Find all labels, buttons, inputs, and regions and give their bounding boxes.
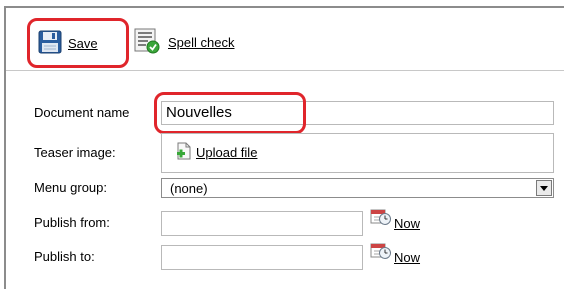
spell-check-icon [134, 28, 160, 57]
publish-to-now-label[interactable]: Now [394, 250, 420, 265]
publish-from-label: Publish from: [34, 215, 110, 230]
publish-to-now-button[interactable]: Now [370, 242, 420, 265]
teaser-image-box: Upload file [161, 133, 554, 173]
document-name-value: Nouvelles [166, 104, 232, 121]
calendar-clock-icon [370, 242, 392, 265]
chevron-down-icon[interactable] [536, 180, 552, 196]
calendar-clock-icon [370, 208, 392, 231]
spell-check-button[interactable]: Spell check [134, 28, 234, 57]
upload-file-label[interactable]: Upload file [196, 145, 257, 160]
menu-group-label: Menu group: [34, 180, 107, 195]
publish-to-input[interactable] [161, 245, 363, 270]
save-label[interactable]: Save [68, 36, 98, 51]
save-button[interactable]: Save [38, 30, 98, 57]
spell-check-label[interactable]: Spell check [168, 35, 234, 50]
floppy-disk-icon [38, 30, 62, 57]
document-name-field[interactable]: Nouvelles [161, 101, 554, 125]
upload-file-link[interactable]: Upload file [176, 142, 257, 163]
menu-group-value: (none) [170, 181, 208, 196]
toolbar: Save Spell check [6, 8, 564, 71]
publish-from-input[interactable] [161, 211, 363, 236]
upload-file-icon [176, 142, 192, 163]
publish-to-label: Publish to: [34, 249, 95, 264]
teaser-image-label: Teaser image: [34, 145, 116, 160]
publish-from-now-label[interactable]: Now [394, 216, 420, 231]
menu-group-select[interactable]: (none) [161, 178, 554, 198]
document-name-label: Document name [34, 105, 130, 120]
publish-from-now-button[interactable]: Now [370, 208, 420, 231]
